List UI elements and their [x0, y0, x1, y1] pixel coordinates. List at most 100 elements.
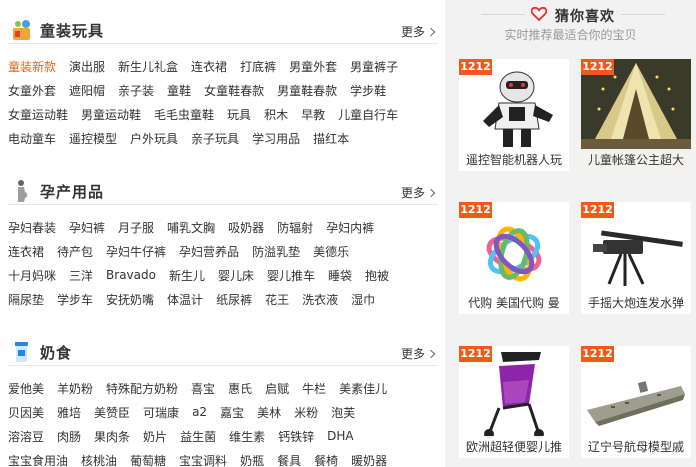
category-tag-link[interactable]: 葡萄糖	[130, 452, 166, 467]
category-tag-link[interactable]: 女童鞋春款	[204, 82, 264, 99]
more-link[interactable]: 更多	[401, 184, 436, 201]
category-tag-link[interactable]: 学步车	[57, 291, 93, 308]
category-tag-link[interactable]: 暖奶器	[351, 452, 387, 467]
category-tag-link[interactable]: 学习用品	[252, 130, 300, 147]
product-card[interactable]: 1212 代购 美国代购 曼	[459, 202, 569, 314]
category-tag-link[interactable]: 十月妈咪	[8, 267, 56, 284]
category-tag-link[interactable]: 孕妇牛仔裤	[106, 243, 166, 260]
category-tag-link[interactable]: 哺乳文胸	[167, 219, 215, 236]
category-tag-link[interactable]: 遮阳帽	[69, 82, 105, 99]
category-tag-link[interactable]: 毛毛虫童鞋	[154, 106, 214, 123]
category-tag-link[interactable]: 户外玩具	[130, 130, 178, 147]
category-tag-link[interactable]: 安抚奶嘴	[106, 291, 154, 308]
category-tag-link[interactable]: 男童外套	[289, 58, 337, 75]
category-tag-link[interactable]: 新生儿礼盒	[118, 58, 178, 75]
category-tag-link[interactable]: 惠氏	[228, 380, 252, 397]
category-tag-link[interactable]: 描红本	[313, 130, 349, 147]
category-tag-link[interactable]: 体温计	[167, 291, 203, 308]
category-tag-link[interactable]: 连衣裙	[8, 243, 44, 260]
category-tag-link[interactable]: 亲子装	[118, 82, 154, 99]
category-tag-link[interactable]: 待产包	[57, 243, 93, 260]
category-tag-link[interactable]: 美素佳儿	[339, 380, 387, 397]
category-tag-link[interactable]: 纸尿裤	[216, 291, 252, 308]
category-tag-link[interactable]: 果肉条	[94, 428, 130, 445]
category-tag-link[interactable]: DHA	[327, 429, 353, 443]
category-tag-link[interactable]: 雅培	[57, 404, 81, 421]
category-tag-link[interactable]: 睡袋	[328, 267, 352, 284]
category-tag-link[interactable]: 肉肠	[57, 428, 81, 445]
category-tag-link[interactable]: 启赋	[265, 380, 289, 397]
category-tag-link[interactable]: 婴儿推车	[267, 267, 315, 284]
category-tag-link[interactable]: 新生儿	[169, 267, 205, 284]
product-card[interactable]: 1212 遥控智能机器人玩	[459, 59, 569, 171]
category-tag-link[interactable]: 洗衣液	[302, 291, 338, 308]
category-tag-link[interactable]: 孕妇营养品	[179, 243, 239, 260]
category-tag-link[interactable]: 遥控模型	[69, 130, 117, 147]
category-tag-link[interactable]: 嘉宝	[220, 404, 244, 421]
product-card[interactable]: 1212 辽宁号航母模型戚	[581, 346, 691, 458]
category-tag-link[interactable]: 演出服	[69, 58, 105, 75]
category-tag-link[interactable]: 男童裤子	[350, 58, 398, 75]
category-tag-link[interactable]: 爱他美	[8, 380, 44, 397]
product-caption: 手摇大炮连发水弹	[581, 292, 691, 314]
category-tag-link[interactable]: 钙铁锌	[278, 428, 314, 445]
category-tag-link[interactable]: 孕妇内裤	[326, 219, 374, 236]
category-tag-link[interactable]: 牛栏	[302, 380, 326, 397]
product-card[interactable]: 1212 欧洲超轻便婴儿推	[459, 346, 569, 458]
category-tag-link[interactable]: 抱被	[365, 267, 389, 284]
category-tag-link[interactable]: 美德乐	[313, 243, 349, 260]
category-tag-link[interactable]: 亲子玩具	[191, 130, 239, 147]
category-tag-link[interactable]: 米粉	[294, 404, 318, 421]
category-tag-link[interactable]: 溶溶豆	[8, 428, 44, 445]
product-card[interactable]: 1212 手摇大炮连发水弹	[581, 202, 691, 314]
category-tag-link[interactable]: 婴儿床	[218, 267, 254, 284]
category-tag-link[interactable]: 餐具	[277, 452, 301, 467]
category-tag-link[interactable]: 宝宝食用油	[8, 452, 68, 467]
category-tag-link[interactable]: 防辐射	[277, 219, 313, 236]
category-tag-link[interactable]: 美林	[257, 404, 281, 421]
category-tag-link[interactable]: 女童外套	[8, 82, 56, 99]
category-tag-link[interactable]: 童鞋	[167, 82, 191, 99]
category-tag-link[interactable]: 奶瓶	[240, 452, 264, 467]
category-tag-link[interactable]: 湿巾	[351, 291, 375, 308]
category-tag-link[interactable]: 打底裤	[240, 58, 276, 75]
category-tag-link[interactable]: 儿童自行车	[338, 106, 398, 123]
category-tag-link[interactable]: Bravado	[106, 268, 156, 282]
category-tag-link[interactable]: 学步鞋	[350, 82, 386, 99]
category-tag-link[interactable]: 男童鞋春款	[277, 82, 337, 99]
category-tag-link[interactable]: 童装新款	[8, 58, 56, 75]
category-tag-link[interactable]: 维生素	[229, 428, 265, 445]
category-tag-link[interactable]: 连衣裙	[191, 58, 227, 75]
category-tag-link[interactable]: 电动童车	[8, 130, 56, 147]
category-tag-link[interactable]: 奶片	[143, 428, 167, 445]
category-tag-link[interactable]: 吸奶器	[228, 219, 264, 236]
category-tag-link[interactable]: 孕妇裤	[69, 219, 105, 236]
category-tag-link[interactable]: 喜宝	[191, 380, 215, 397]
category-tag-link[interactable]: 防溢乳垫	[252, 243, 300, 260]
category-tag-link[interactable]: 羊奶粉	[57, 380, 93, 397]
category-tag-link[interactable]: 三洋	[69, 267, 93, 284]
category-tag-link[interactable]: 可瑞康	[143, 404, 179, 421]
category-tag-link[interactable]: 孕妇春装	[8, 219, 56, 236]
category-tag-link[interactable]: a2	[192, 405, 207, 419]
category-tag-link[interactable]: 男童运动鞋	[81, 106, 141, 123]
category-tag-link[interactable]: 餐椅	[314, 452, 338, 467]
category-tag-link[interactable]: 早教	[301, 106, 325, 123]
category-tag-link[interactable]: 美赞臣	[94, 404, 130, 421]
category-tag-link[interactable]: 宝宝调料	[179, 452, 227, 467]
category-tag-link[interactable]: 贝因美	[8, 404, 44, 421]
category-tag-link[interactable]: 女童运动鞋	[8, 106, 68, 123]
more-link[interactable]: 更多	[401, 23, 436, 40]
more-link[interactable]: 更多	[401, 345, 436, 362]
product-card[interactable]: 1212 儿童帐篷公主超大	[581, 59, 691, 171]
category-tag-link[interactable]: 特殊配方奶粉	[106, 380, 178, 397]
category-tag-link[interactable]: 花王	[265, 291, 289, 308]
category-tag-link[interactable]: 玩具	[227, 106, 251, 123]
category-tag-link[interactable]: 核桃油	[81, 452, 117, 467]
category-tag-link[interactable]: 积木	[264, 106, 288, 123]
category-tag-link[interactable]: 隔尿垫	[8, 291, 44, 308]
divider	[481, 14, 525, 15]
category-tag-link[interactable]: 益生菌	[180, 428, 216, 445]
category-tag-link[interactable]: 泡芙	[331, 404, 355, 421]
category-tag-link[interactable]: 月子服	[118, 219, 154, 236]
